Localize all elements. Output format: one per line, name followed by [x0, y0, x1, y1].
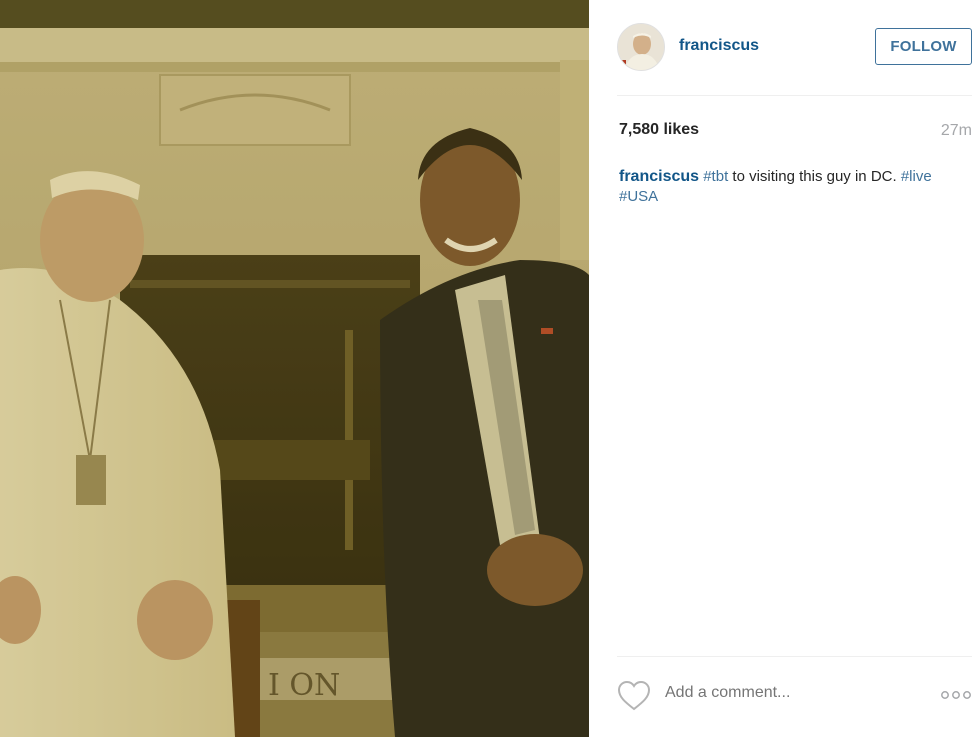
post-photo[interactable]: I ON — [0, 0, 589, 737]
post-photo-illustration: I ON — [0, 0, 589, 737]
hashtag-live-link[interactable]: #live — [901, 168, 932, 185]
hashtag-tbt-link[interactable]: #tbt — [703, 168, 728, 185]
more-options-icon[interactable] — [940, 685, 972, 705]
post-details-panel: franciscus FOLLOW 7,580 likes 27m franci… — [589, 0, 980, 737]
comment-row — [617, 678, 972, 714]
post-header: franciscus FOLLOW — [589, 0, 980, 96]
likes-count[interactable]: 7,580 likes — [619, 121, 699, 139]
follow-button[interactable]: FOLLOW — [875, 28, 972, 65]
post-caption: franciscus #tbt to visiting this guy in … — [619, 167, 969, 207]
hashtag-usa-link[interactable]: #USA — [619, 188, 658, 205]
avatar-image — [618, 24, 664, 70]
heart-icon[interactable] — [617, 680, 651, 712]
caption-username-link[interactable]: franciscus — [619, 168, 699, 185]
avatar[interactable] — [617, 23, 665, 71]
post-timestamp[interactable]: 27m — [941, 122, 972, 140]
likes-row: 7,580 likes 27m — [617, 120, 972, 140]
comment-divider — [617, 656, 972, 657]
username-link[interactable]: franciscus — [679, 37, 759, 55]
comment-input[interactable] — [665, 684, 905, 702]
caption-text: to visiting this guy in DC. — [728, 168, 901, 185]
header-divider — [617, 95, 972, 96]
